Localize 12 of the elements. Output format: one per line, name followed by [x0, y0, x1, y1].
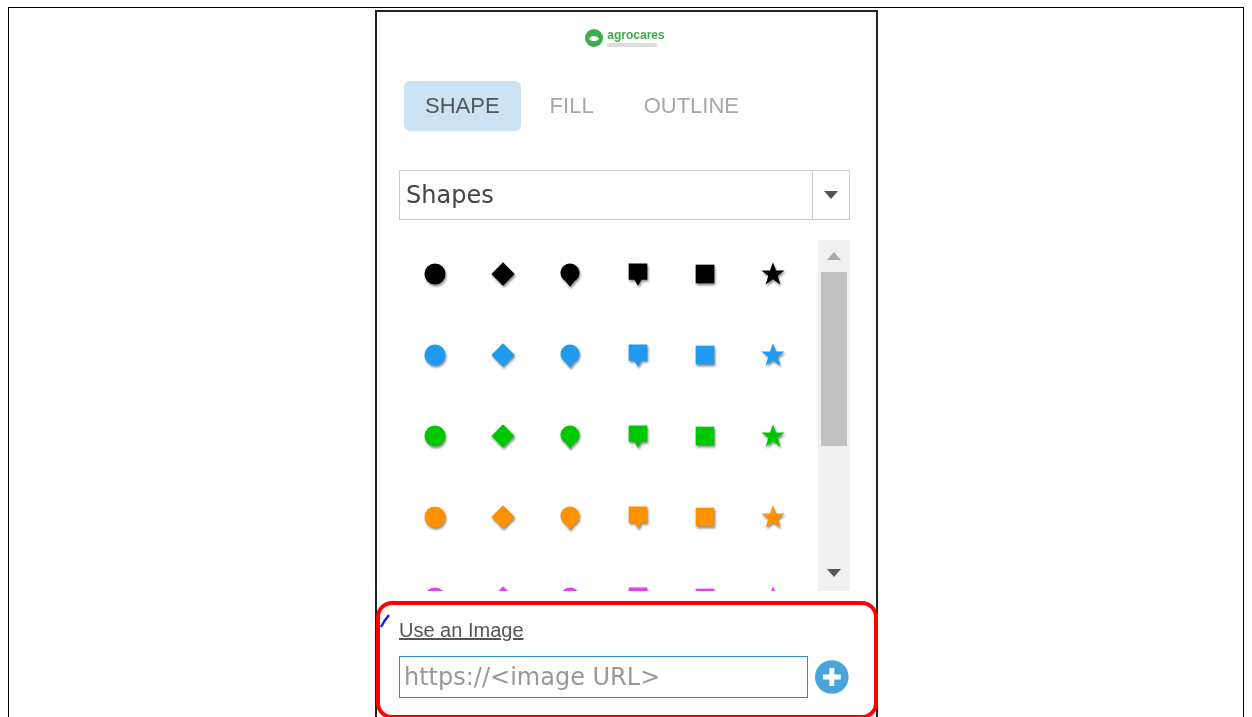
add-icon[interactable] — [814, 659, 850, 695]
logo-name: agrocares — [607, 29, 665, 41]
tab[interactable]: SHAPE — [404, 81, 521, 131]
scroll-up-icon[interactable] — [827, 252, 841, 260]
image-url-field[interactable]: https://<image URL> — [399, 656, 809, 698]
category-dropdown[interactable]: Shapes — [399, 170, 850, 220]
scrollbar[interactable] — [818, 240, 850, 591]
caret-icon — [824, 191, 838, 199]
pen-mark — [379, 613, 391, 629]
logo-icon — [584, 28, 605, 48]
use-image-link[interactable]: Use an Image — [399, 619, 524, 641]
scroll-down-icon[interactable] — [827, 569, 841, 577]
